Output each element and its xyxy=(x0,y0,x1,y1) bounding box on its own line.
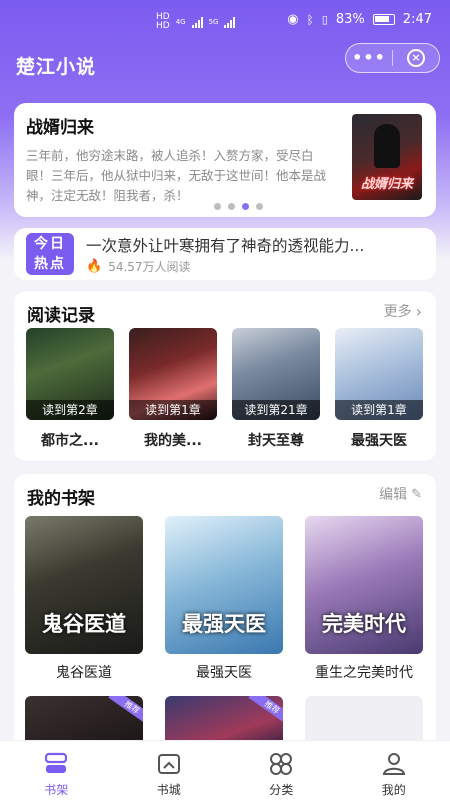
pencil-icon: ✎ xyxy=(411,486,422,502)
net-type-2: 5G xyxy=(208,18,219,26)
badge-line-1: 今日 xyxy=(34,236,66,252)
eye-icon: ◉ xyxy=(287,12,299,27)
chevron-right-icon: › xyxy=(415,301,422,321)
recommend-tag: 推荐 xyxy=(108,696,143,727)
read-progress: 读到第1章 xyxy=(335,400,423,420)
nav-category[interactable]: 分类 xyxy=(225,741,338,800)
nav-label: 我的 xyxy=(381,783,406,797)
book-name: 鬼谷医道 xyxy=(56,665,112,681)
carousel-dots xyxy=(214,203,263,210)
clock: 2:47 xyxy=(402,12,432,27)
recommend-tag: 推荐 xyxy=(248,696,283,727)
bluetooth-icon: ᛒ xyxy=(306,12,314,27)
read-progress: 读到第1章 xyxy=(129,400,217,420)
close-icon: × xyxy=(407,49,425,67)
signal-icon xyxy=(191,16,203,28)
banner-cover-title: 战婿归来 xyxy=(360,177,413,192)
book-cover: 读到第1章 xyxy=(129,328,217,420)
book-name: 最强天医 xyxy=(351,433,407,449)
more-label: 更多 xyxy=(383,304,412,320)
edit-button[interactable]: 编辑 ✎ xyxy=(379,484,422,504)
hd-label-2: HD xyxy=(156,21,170,31)
hot-today-card[interactable]: 今日 热点 一次意外让叶寒拥有了神奇的透视能力... 🔥 54.57万人阅读 xyxy=(14,228,436,280)
badge-line-2: 热点 xyxy=(34,256,66,272)
vibrate-icon: ▯ xyxy=(321,13,328,26)
category-icon xyxy=(270,753,293,775)
bookstore-icon xyxy=(157,754,180,774)
history-list: 读到第2章 都市之... 读到第1章 我的美... 读到第21章 封天至尊 读到… xyxy=(26,328,423,450)
nav-profile[interactable]: 我的 xyxy=(338,741,450,800)
nav-label: 书城 xyxy=(156,783,181,797)
nav-bookshelf[interactable]: 书架 xyxy=(0,741,113,800)
shelf-title: 我的书架 xyxy=(27,489,95,509)
history-more-button[interactable]: 更多 › xyxy=(384,301,422,321)
close-button[interactable]: × xyxy=(393,49,439,67)
app-title: 楚江小说 xyxy=(16,56,97,78)
carousel-dot[interactable] xyxy=(228,203,235,210)
network-indicators: HD HD 4G 5G xyxy=(156,13,236,31)
carousel-dot[interactable] xyxy=(214,203,221,210)
cover-title: 最强天医 xyxy=(182,612,266,636)
status-bar: HD HD 4G 5G ◉ ᛒ ▯ 83% 2:47 xyxy=(0,0,450,44)
book-cover: 读到第1章 xyxy=(335,328,423,420)
book-cover: 完美时代 xyxy=(305,516,423,654)
battery-percent: 83% xyxy=(335,12,365,27)
net-type-1: 4G xyxy=(175,18,186,26)
book-name: 封天至尊 xyxy=(248,433,304,449)
book-name: 重生之完美时代 xyxy=(315,665,413,681)
hot-readers: 🔥 54.57万人阅读 xyxy=(86,258,191,275)
shelf-book[interactable]: 完美时代 重生之完美时代 xyxy=(305,516,423,682)
edit-label: 编辑 xyxy=(379,487,408,503)
banner-description: 三年前，他穷途末路，被人追杀！入赘方家，受尽白眼！三年后，他从狱中归来，无敌于这… xyxy=(26,148,327,203)
nav-label: 分类 xyxy=(269,783,294,797)
book-cover: 最强天医 xyxy=(165,516,283,654)
cover-title: 完美时代 xyxy=(322,612,406,636)
hot-today-badge: 今日 热点 xyxy=(26,233,74,275)
battery-icon xyxy=(372,14,395,25)
history-item[interactable]: 读到第1章 我的美... xyxy=(129,328,217,450)
book-name: 我的美... xyxy=(144,433,202,449)
nav-label: 书架 xyxy=(44,783,69,797)
history-item[interactable]: 读到第1章 最强天医 xyxy=(335,328,423,450)
carousel-dot-active[interactable] xyxy=(242,203,249,210)
shelf-list: 鬼谷医道 鬼谷医道 最强天医 最强天医 完美时代 重生之完美时代 xyxy=(25,516,423,682)
cover-title: 鬼谷医道 xyxy=(42,612,126,636)
read-progress: 读到第21章 xyxy=(232,400,320,420)
reading-history-section: 阅读记录 更多 › 读到第2章 都市之... 读到第1章 我的美... 读到第2… xyxy=(14,291,436,461)
bookshelf-icon xyxy=(45,752,68,773)
profile-icon xyxy=(382,753,405,775)
book-cover: 鬼谷医道 xyxy=(25,516,143,654)
read-progress: 读到第2章 xyxy=(26,400,114,420)
reader-count: 54.57万人阅读 xyxy=(108,260,191,274)
book-cover: 读到第21章 xyxy=(232,328,320,420)
cover-figure xyxy=(374,124,400,168)
history-item[interactable]: 读到第21章 封天至尊 xyxy=(232,328,320,450)
bottom-nav: 书架 书城 分类 我的 xyxy=(0,740,450,800)
fire-icon: 🔥 xyxy=(86,259,103,274)
hot-title: 一次意外让叶寒拥有了神奇的透视能力... xyxy=(86,237,365,255)
shelf-book[interactable]: 鬼谷医道 鬼谷医道 xyxy=(25,516,143,682)
carousel-dot[interactable] xyxy=(256,203,263,210)
more-menu-button[interactable]: ••• xyxy=(346,43,392,73)
featured-banner[interactable]: 战婿归来 三年前，他穷途末路，被人追杀！入赘方家，受尽白眼！三年后，他从狱中归来… xyxy=(14,103,436,217)
shelf-book[interactable]: 最强天医 最强天医 xyxy=(165,516,283,682)
bookshelf-section: 我的书架 编辑 ✎ 鬼谷医道 鬼谷医道 最强天医 最强天医 完美时代 重生之完美… xyxy=(14,474,436,754)
mini-program-capsule: ••• × xyxy=(345,43,440,73)
history-item[interactable]: 读到第2章 都市之... xyxy=(26,328,114,450)
book-cover: 读到第2章 xyxy=(26,328,114,420)
history-title: 阅读记录 xyxy=(27,306,95,326)
status-right: ◉ ᛒ ▯ 83% 2:47 xyxy=(287,12,432,27)
nav-bookstore[interactable]: 书城 xyxy=(113,741,226,800)
banner-cover: 战婿归来 xyxy=(352,114,422,200)
book-name: 都市之... xyxy=(41,433,99,449)
signal-icon-2 xyxy=(224,16,236,28)
book-name: 最强天医 xyxy=(196,665,252,681)
